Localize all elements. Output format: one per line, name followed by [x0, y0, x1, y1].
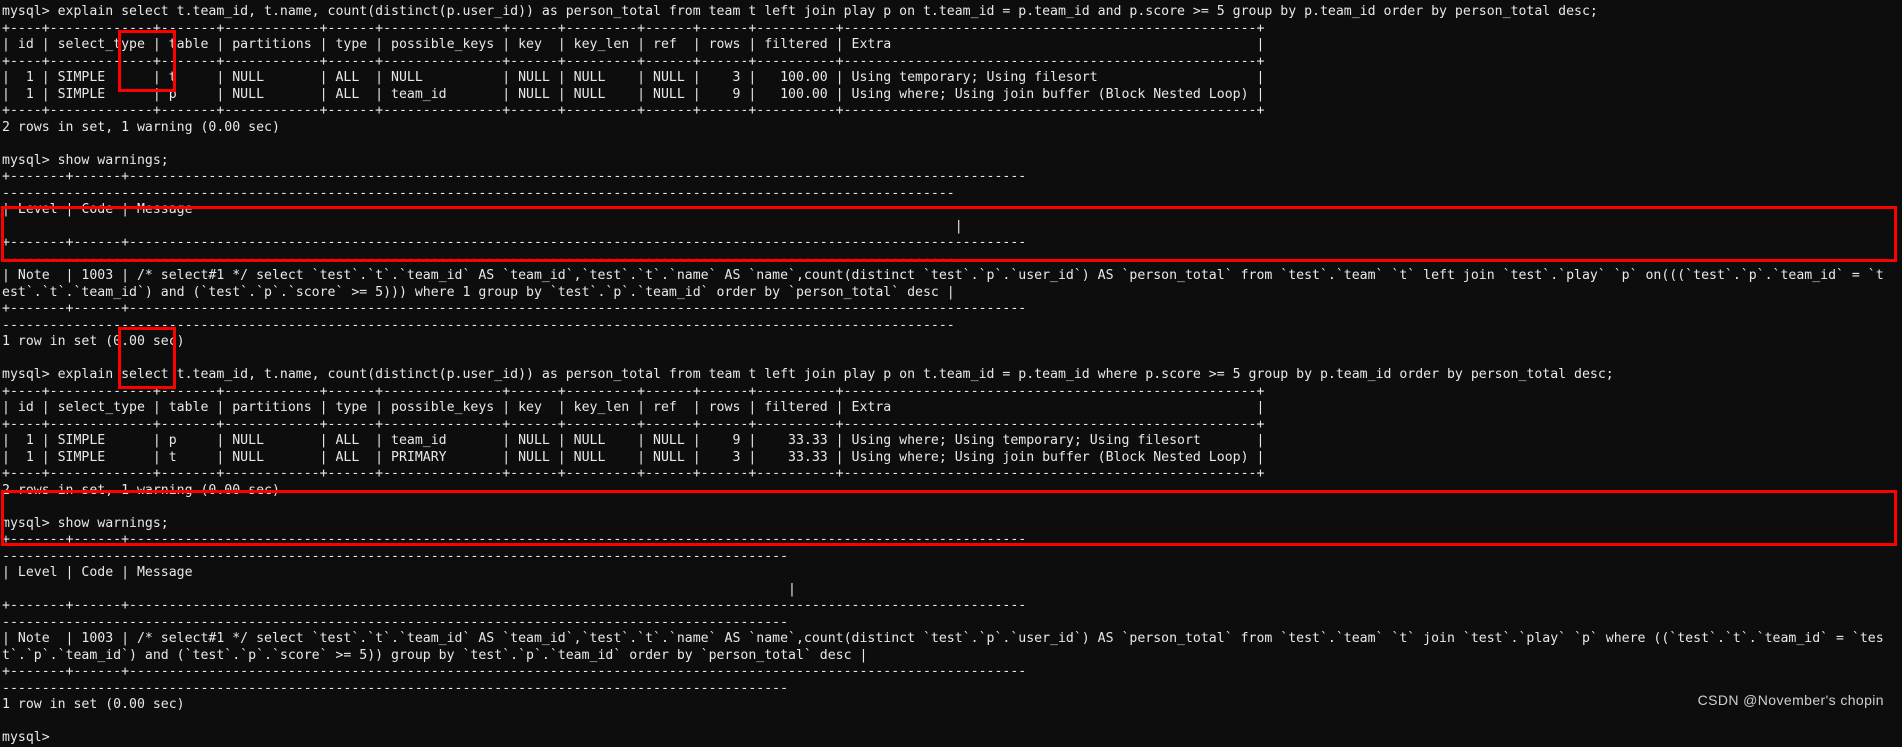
terminal-line: | 1 | SIMPLE | p | NULL | ALL | team_id …	[2, 86, 1265, 102]
terminal-line: 1 row in set (0.00 sec)	[2, 697, 185, 712]
terminal-line: 2 rows in set, 1 warning (0.00 sec)	[2, 119, 280, 135]
terminal-line: mysql>	[2, 730, 50, 745]
terminal-line: mysql> show warnings;	[2, 515, 169, 531]
terminal-line: +----+-------------+-------+------------…	[2, 416, 1265, 432]
mysql-terminal-window[interactable]: mysql> explain select t.team_id, t.name,…	[0, 0, 1902, 745]
terminal-line: | Note | 1003 | /* select#1 */ select `t…	[2, 631, 1884, 646]
terminal-line: +----+-------------+-------+------------…	[2, 466, 1265, 481]
terminal-line: ----------------------------------------…	[2, 548, 789, 564]
terminal-line: | Level | Code | Message	[2, 202, 1027, 217]
terminal-line: | Level | Code | Message	[2, 565, 1027, 580]
terminal-line: +-------+------+------------------------…	[2, 598, 1027, 613]
terminal-line: +----+-------------+-------+------------…	[2, 20, 1265, 36]
terminal-line: +----+-------------+-------+------------…	[2, 383, 1265, 399]
terminal-line: | 1 | SIMPLE | t | NULL | ALL | NULL | N…	[2, 70, 1265, 85]
terminal-line: +-------+------+------------------------…	[2, 664, 1027, 679]
terminal-line: |	[2, 218, 963, 234]
terminal-line: | id | select_type | table | partitions …	[2, 400, 1265, 415]
terminal-line: mysql> show warnings;	[2, 152, 169, 168]
terminal-line: | id | select_type | table | partitions …	[2, 37, 1265, 52]
terminal-line: ----------------------------------------…	[2, 251, 955, 267]
terminal-line: est`.`t`.`team_id`) and (`test`.`p`.`sco…	[2, 284, 955, 300]
terminal-line: | 1 | SIMPLE | p | NULL | ALL | team_id …	[2, 433, 1265, 448]
terminal-line: mysql> explain select t.team_id, t.name,…	[2, 4, 1598, 19]
watermark-text: CSDN @November's chopin	[1697, 691, 1884, 708]
terminal-line: mysql> explain select t.team_id, t.name,…	[2, 367, 1614, 382]
terminal-line: +-------+------+------------------------…	[2, 235, 1027, 250]
terminal-line: ----------------------------------------…	[2, 680, 789, 696]
terminal-line: ----------------------------------------…	[2, 185, 955, 201]
terminal-line: ----------------------------------------…	[2, 614, 789, 630]
terminal-line: +----+-------------+-------+------------…	[2, 53, 1265, 69]
terminal-line: | Note | 1003 | /* select#1 */ select `t…	[2, 268, 1884, 283]
terminal-line: +-------+------+------------------------…	[2, 532, 1027, 547]
terminal-line: +-------+------+------------------------…	[2, 301, 1027, 316]
terminal-output: mysql> explain select t.team_id, t.name,…	[2, 4, 1902, 747]
terminal-line: | 1 | SIMPLE | t | NULL | ALL | PRIMARY …	[2, 449, 1265, 465]
terminal-line: +-------+------+------------------------…	[2, 169, 1027, 184]
terminal-line: 1 row in set (0.00 sec)	[2, 334, 185, 349]
terminal-line: t`.`p`.`team_id`) and (`test`.`p`.`score…	[2, 647, 868, 663]
terminal-line: 2 rows in set, 1 warning (0.00 sec)	[2, 482, 280, 498]
terminal-line: ----------------------------------------…	[2, 317, 955, 333]
terminal-line: |	[2, 581, 796, 597]
terminal-line: +----+-------------+-------+------------…	[2, 103, 1265, 118]
